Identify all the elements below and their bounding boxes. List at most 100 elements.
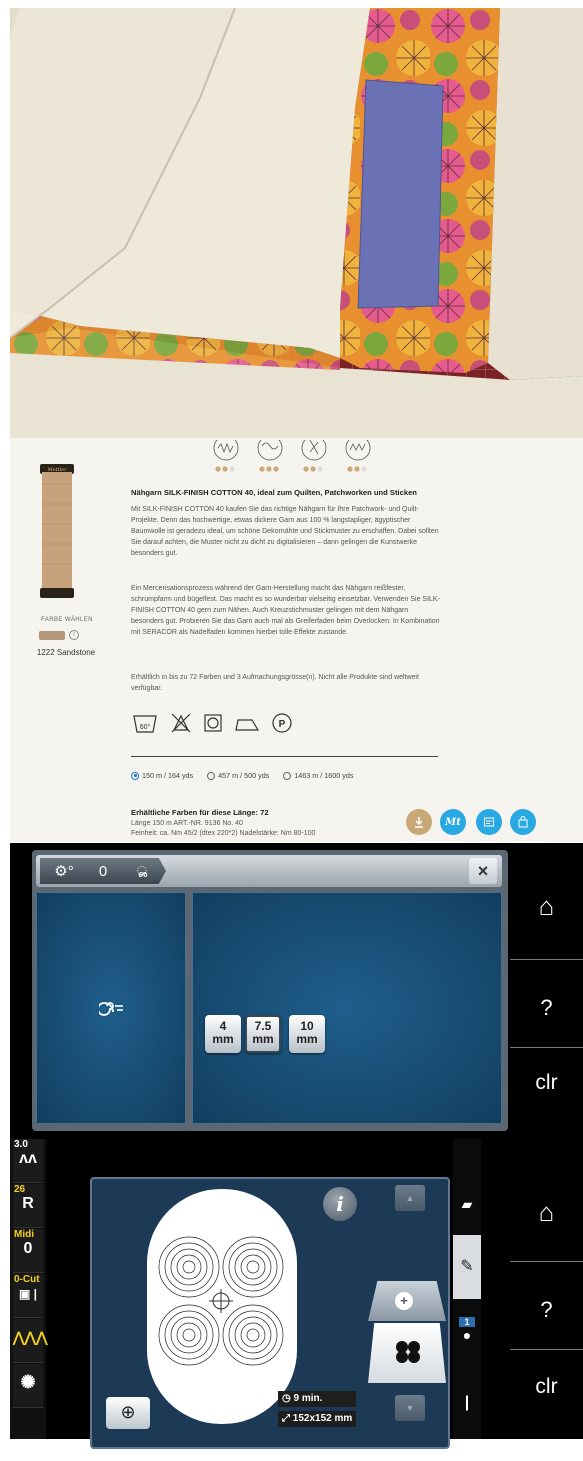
- hoop-preview[interactable]: [147, 1189, 297, 1424]
- presser-foot-icon: R: [22, 1195, 34, 1212]
- motif-tab[interactable]: [368, 1323, 446, 1383]
- spool-brand: Mettler: [46, 467, 67, 473]
- download-button[interactable]: [406, 809, 432, 835]
- quilt-fabric-image: [10, 8, 583, 438]
- product-title: Nähgarn SILK-FINISH COTTON 40, ideal zum…: [131, 488, 417, 497]
- stitch-type-button[interactable]: ⋀⋀⋀: [13, 1319, 48, 1363]
- spiral-icon: ൢ: [136, 863, 148, 878]
- clear-button[interactable]: clr: [510, 1071, 583, 1095]
- add-icon: +: [395, 1292, 413, 1310]
- breadcrumb-stippling[interactable]: ൢ: [118, 858, 166, 884]
- wash-temp: 60°: [140, 723, 151, 731]
- shop-button[interactable]: [510, 809, 536, 835]
- motif-thumbnail-icon: [396, 1341, 420, 1363]
- stitch-size-7-5mm-button[interactable]: 7.5 mm: [245, 1015, 281, 1053]
- divider: [131, 756, 438, 757]
- bobbin-icon: ✺: [20, 1372, 36, 1392]
- color-swatch[interactable]: [39, 631, 65, 640]
- product-description-2: Ein Mercerisationsprozess während der Ga…: [131, 585, 440, 636]
- thread-spool-image: Mettler: [40, 464, 74, 598]
- stitch-size-10mm-button[interactable]: 10 mm: [289, 1015, 325, 1053]
- info-icon[interactable]: i: [69, 630, 79, 640]
- divider: [510, 1261, 583, 1262]
- note-icon: [484, 817, 494, 827]
- size-option-150[interactable]: 150 m / 164 yds: [131, 771, 193, 780]
- needle-cut-button[interactable]: 0-Cut ▣ |: [13, 1274, 43, 1318]
- chevron-up-icon: ▲: [405, 1193, 415, 1203]
- left-status-bar: 3.0 ᴧᴧ 26 R Midi 0 0-Cut ▣ | ⋀⋀⋀ ✺: [10, 1139, 48, 1439]
- breadcrumb-settings[interactable]: ⚙°: [40, 858, 88, 884]
- stitch-size-4mm-button[interactable]: 4 mm: [205, 1015, 241, 1053]
- zoom-in-icon: ⊕: [120, 1402, 136, 1422]
- hoop-button[interactable]: Midi 0: [13, 1229, 43, 1273]
- size-option-1463[interactable]: 1463 m / 1600 yds: [283, 771, 353, 780]
- crosshair-icon: [209, 1289, 233, 1313]
- presser-foot-button[interactable]: 26 R: [13, 1184, 43, 1228]
- palette-icon: ●: [462, 1327, 472, 1343]
- quilt-photo: [10, 8, 583, 438]
- color-count: 1: [459, 1317, 475, 1327]
- help-button[interactable]: ?: [510, 1297, 583, 1323]
- product-availability-note: Erhältlich in bis zu 72 Farben und 3 Auf…: [131, 674, 419, 692]
- stitch-time: ◷ 9 min.: [278, 1391, 356, 1407]
- shop-icon: [518, 816, 528, 828]
- size-option-457[interactable]: 457 m / 500 yds: [207, 771, 269, 780]
- stitch-pattern-icons: [213, 440, 371, 472]
- dry-clean-p: P: [279, 719, 286, 730]
- breadcrumb-presser-foot[interactable]: 0: [80, 858, 126, 884]
- download-icon: [415, 817, 423, 828]
- clear-button[interactable]: clr: [510, 1375, 583, 1399]
- mettler-logo-button[interactable]: Mt: [440, 809, 466, 835]
- spiral-icon: [99, 1002, 123, 1016]
- divider: [510, 1047, 583, 1048]
- home-button[interactable]: ⌂: [510, 1197, 583, 1228]
- needle-icon: |: [464, 1394, 470, 1411]
- left-panel: [36, 892, 186, 1124]
- tab-colors[interactable]: 1 ●: [453, 1313, 481, 1363]
- info-icon: i: [336, 1192, 344, 1216]
- scroll-down-button[interactable]: ▼: [395, 1395, 425, 1421]
- tab-stitch[interactable]: |: [453, 1375, 481, 1431]
- needle-cut-icon: ▣ |: [18, 1287, 38, 1301]
- zoom-button[interactable]: ⊕: [106, 1397, 150, 1429]
- divider: [510, 959, 583, 960]
- machine-screen-settings: ⚙° 0 ൢ × 4 mm 7.5 mm 10 mm ⌂ ? clr: [10, 843, 583, 1139]
- stitch-length-button[interactable]: 3.0 ᴧᴧ: [13, 1139, 43, 1183]
- home-icon: ⌂: [538, 1197, 555, 1227]
- zigzag-icon: ⋀⋀⋀: [13, 1329, 48, 1345]
- hoop-icon: 0: [23, 1240, 33, 1257]
- color-name: 1222 Sandstone: [36, 648, 96, 657]
- right-panel: 4 mm 7.5 mm 10 mm: [192, 892, 502, 1124]
- tab-files[interactable]: ▰: [453, 1179, 481, 1229]
- pencil-icon: ✎: [460, 1258, 474, 1275]
- close-icon: ×: [477, 861, 489, 881]
- resize-icon: ⤢: [282, 1413, 293, 1424]
- home-button[interactable]: ⌂: [510, 891, 583, 922]
- chevron-down-icon: ▼: [405, 1403, 415, 1413]
- design-size: ⤢ 152x152 mm: [278, 1411, 356, 1427]
- gear-icon: ⚙°: [54, 863, 74, 880]
- help-button[interactable]: ?: [510, 995, 583, 1021]
- care-symbols: 60° P: [133, 713, 292, 733]
- scroll-up-button[interactable]: ▲: [395, 1185, 425, 1211]
- stitch-length-icon: ᴧᴧ: [19, 1150, 37, 1167]
- mettler-logo-icon: Mt: [445, 816, 461, 828]
- bobbin-button[interactable]: ✺: [13, 1364, 43, 1408]
- home-icon: ⌂: [538, 891, 555, 921]
- choose-color-label: FARBE WÄHLEN: [41, 617, 93, 623]
- product-page: Mettler FARBE WÄHLEN i 1222 Sandstone Nä…: [10, 438, 583, 842]
- right-tab-bar: ▰ ✎ 1 ● |: [453, 1139, 481, 1439]
- divider: [510, 1349, 583, 1350]
- close-button[interactable]: ×: [469, 858, 497, 884]
- length-article-line: Länge 150 m ART.-NR. 9136 No. 40: [131, 820, 243, 827]
- note-button[interactable]: [476, 809, 502, 835]
- folder-icon: ▰: [461, 1196, 473, 1212]
- tab-edit[interactable]: ✎: [453, 1235, 481, 1299]
- info-button[interactable]: i: [323, 1187, 357, 1221]
- clock-icon: ◷: [282, 1393, 294, 1404]
- available-colors-title: Erhältliche Farben für diese Länge: 72: [131, 808, 269, 817]
- fineness-line: Feinheit: ca. Nm 45/2 (dtex 220*2) Nadel…: [131, 830, 316, 837]
- settings-dialog: ⚙° 0 ൢ × 4 mm 7.5 mm 10 mm: [32, 850, 508, 1131]
- size-options: 150 m / 164 yds 457 m / 500 yds 1463 m /…: [131, 771, 451, 780]
- loop-icon: 0: [98, 862, 108, 880]
